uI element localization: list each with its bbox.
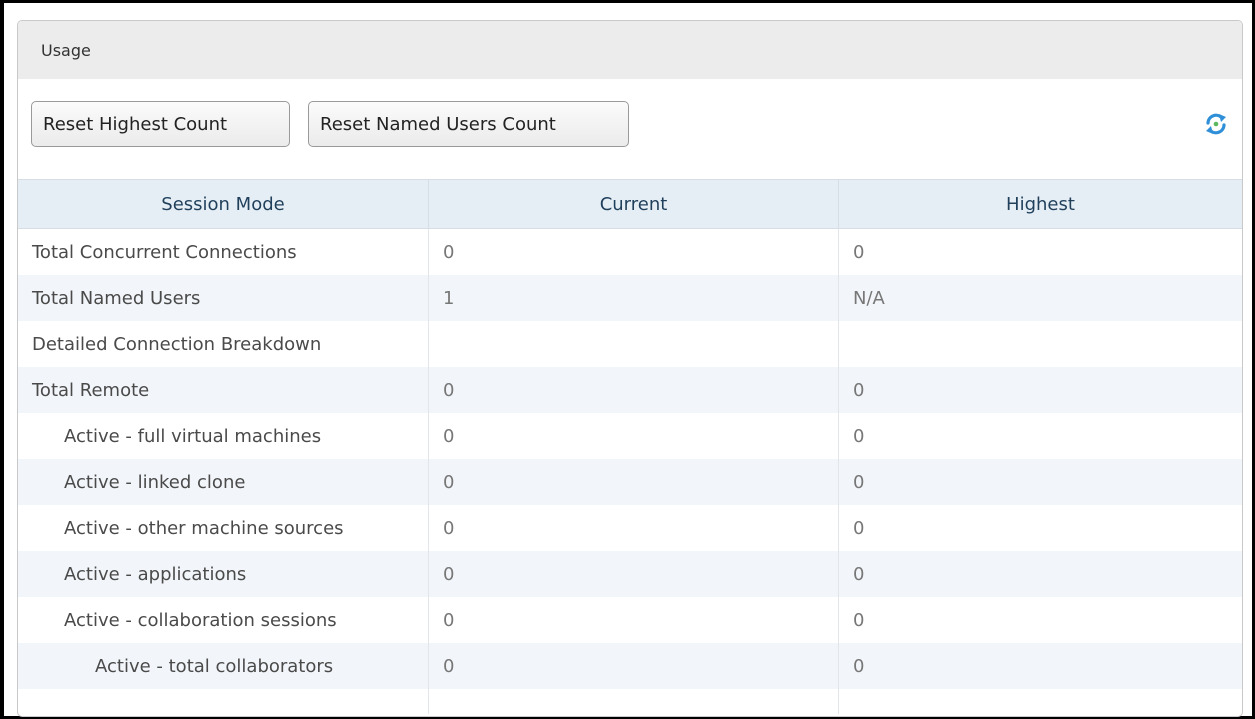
session-mode-cell: Total Remote <box>18 367 429 413</box>
current-cell: 0 <box>429 551 839 597</box>
highest-cell: 0 <box>853 609 865 631</box>
session-mode-cell: Active - full virtual machines <box>18 413 429 459</box>
toolbar: Reset Highest Count Reset Named Users Co… <box>18 79 1242 179</box>
refresh-icon[interactable] <box>1204 112 1228 136</box>
session-mode-cell: Active - applications <box>18 551 429 597</box>
reset-named-users-count-button[interactable]: Reset Named Users Count <box>308 101 629 147</box>
current-cell: 0 <box>429 459 839 505</box>
current-cell: 1 <box>429 275 839 321</box>
highest-cell: 0 <box>853 241 865 263</box>
usage-grid: Session Mode Current Highest Total Concu… <box>18 179 1242 714</box>
current-cell <box>429 321 839 367</box>
current-cell: 0 <box>429 413 839 459</box>
table-row: Active - total collaborators 0 0 <box>18 643 1242 689</box>
table-row: Total Named Users 1 N/A <box>18 275 1242 321</box>
table-row: Active - applications 0 0 <box>18 551 1242 597</box>
table-row: Active - full virtual machines 0 0 <box>18 413 1242 459</box>
session-mode-cell: Active - collaboration sessions <box>18 597 429 643</box>
column-header-highest[interactable]: Highest <box>839 180 1242 228</box>
panel-header: Usage <box>18 21 1242 79</box>
highest-cell: 0 <box>853 425 865 447</box>
reset-highest-count-button[interactable]: Reset Highest Count <box>31 101 290 147</box>
column-header-current[interactable]: Current <box>429 180 839 228</box>
empty-cell <box>18 689 429 714</box>
session-mode-cell: Active - total collaborators <box>18 643 429 689</box>
table-row: Total Concurrent Connections 0 0 <box>18 229 1242 275</box>
usage-panel: Usage Reset Highest Count Reset Named Us… <box>17 20 1243 717</box>
highest-cell: 0 <box>853 471 865 493</box>
highest-cell: 0 <box>853 655 865 677</box>
session-mode-cell: Active - linked clone <box>18 459 429 505</box>
current-cell: 0 <box>429 367 839 413</box>
highest-cell: N/A <box>853 287 885 309</box>
empty-cell <box>839 689 1242 714</box>
session-mode-cell: Active - other machine sources <box>18 505 429 551</box>
window-frame: Usage Reset Highest Count Reset Named Us… <box>0 0 1255 719</box>
grid-header: Session Mode Current Highest <box>18 179 1242 229</box>
highest-cell: 0 <box>853 517 865 539</box>
current-cell: 0 <box>429 505 839 551</box>
highest-cell: 0 <box>853 379 865 401</box>
session-mode-cell: Detailed Connection Breakdown <box>18 321 429 367</box>
table-row: Total Remote 0 0 <box>18 367 1242 413</box>
highest-cell <box>839 321 1242 367</box>
current-cell: 0 <box>429 597 839 643</box>
table-row: Active - collaboration sessions 0 0 <box>18 597 1242 643</box>
table-filler-row <box>18 689 1242 714</box>
table-row: Detailed Connection Breakdown <box>18 321 1242 367</box>
current-cell: 0 <box>429 229 839 275</box>
table-row: Active - other machine sources 0 0 <box>18 505 1242 551</box>
panel-title: Usage <box>41 40 91 60</box>
current-cell: 0 <box>429 643 839 689</box>
session-mode-cell: Total Concurrent Connections <box>18 229 429 275</box>
column-header-session-mode[interactable]: Session Mode <box>18 180 429 228</box>
session-mode-cell: Total Named Users <box>18 275 429 321</box>
highest-cell: 0 <box>853 563 865 585</box>
empty-cell <box>429 689 839 714</box>
table-row: Active - linked clone 0 0 <box>18 459 1242 505</box>
